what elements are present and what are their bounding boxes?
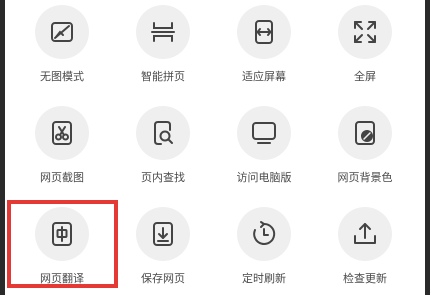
background-color-icon	[338, 106, 392, 160]
tool-label: 全屏	[354, 70, 376, 83]
tool-timed-refresh[interactable]: 定时刷新	[214, 207, 314, 295]
tool-label: 检查更新	[343, 272, 387, 285]
tool-desktop-version[interactable]: 访问电脑版	[214, 106, 314, 196]
fit-screen-icon	[237, 5, 291, 59]
tool-label: 无图模式	[40, 70, 84, 83]
save-page-icon	[136, 207, 190, 261]
tool-no-image-mode[interactable]: 无图模式	[12, 5, 112, 95]
tool-check-update[interactable]: 检查更新	[315, 207, 415, 295]
find-in-page-icon	[136, 106, 190, 160]
left-edge	[0, 0, 5, 295]
highlight-box	[7, 200, 118, 288]
tool-background-color[interactable]: 网页背景色	[315, 106, 415, 196]
tool-label: 适应屏幕	[242, 70, 286, 83]
tool-fit-screen[interactable]: 适应屏幕	[214, 5, 314, 95]
tool-label: 网页背景色	[337, 171, 393, 184]
screenshot-icon	[35, 106, 89, 160]
tool-smart-page-merge[interactable]: 智能拼页	[113, 5, 213, 95]
tool-fullscreen[interactable]: 全屏	[315, 5, 415, 95]
no-image-icon	[35, 5, 89, 59]
desktop-version-icon	[237, 106, 291, 160]
toolbox-panel: 无图模式 智能拼页 适应屏幕 全屏 网页截图 页内查找 访问电脑版 网页背景色 …	[0, 0, 430, 295]
tool-label: 网页截图	[40, 171, 84, 184]
tool-label: 保存网页	[141, 272, 185, 285]
tool-label: 页内查找	[141, 171, 185, 184]
tool-find-in-page[interactable]: 页内查找	[113, 106, 213, 196]
tool-label: 定时刷新	[242, 272, 286, 285]
smart-page-merge-icon	[136, 5, 190, 59]
check-update-icon	[338, 207, 392, 261]
right-edge	[425, 0, 430, 295]
tool-label: 智能拼页	[141, 70, 185, 83]
tool-label: 访问电脑版	[236, 171, 292, 184]
tool-screenshot[interactable]: 网页截图	[12, 106, 112, 196]
timed-refresh-icon	[237, 207, 291, 261]
tool-save-page[interactable]: 保存网页	[113, 207, 213, 295]
fullscreen-icon	[338, 5, 392, 59]
